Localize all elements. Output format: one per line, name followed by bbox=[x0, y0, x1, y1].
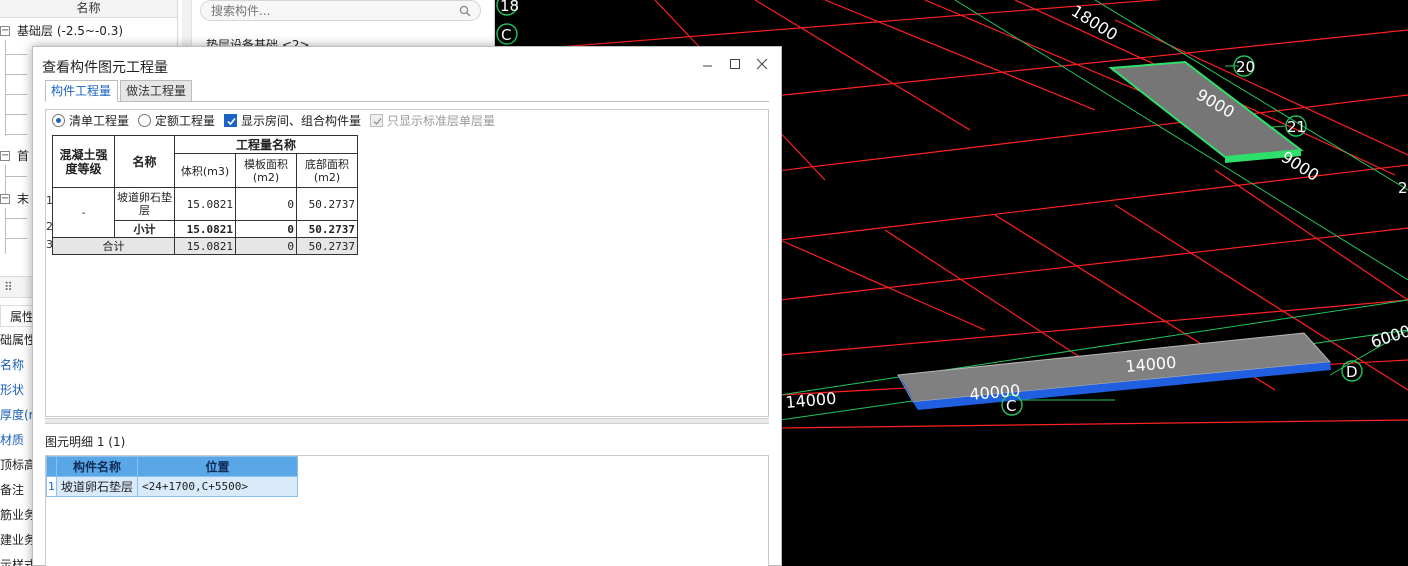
property-group-civil[interactable]: 建业务 bbox=[0, 528, 36, 553]
dialog-title: 查看构件图元工程量 bbox=[42, 60, 168, 76]
close-icon[interactable] bbox=[752, 55, 772, 73]
tab-divider bbox=[45, 101, 769, 102]
tree-connector bbox=[5, 218, 27, 219]
quantity-table: 混凝土强度等级 名称 工程量名称 体积(m3) 模板面积(m2) 底部面积(m2… bbox=[52, 134, 358, 255]
tree-connector bbox=[5, 74, 27, 75]
search-box[interactable] bbox=[200, 0, 481, 21]
tree-header: 名称 bbox=[0, 0, 177, 18]
axis-label: 2 bbox=[1398, 179, 1408, 197]
header-position: 位置 bbox=[137, 456, 299, 477]
property-material[interactable]: 材质 bbox=[0, 428, 24, 453]
cell-total-label: 合计 bbox=[52, 237, 175, 255]
tab-component-quantity[interactable]: 构件工程量 bbox=[45, 80, 118, 102]
cell-total-formwork: 0 bbox=[235, 237, 297, 255]
tree-connector bbox=[5, 134, 27, 135]
radio-quota-quantity[interactable]: 定额工程量 bbox=[138, 112, 222, 130]
header-quantity-group: 工程量名称 bbox=[174, 134, 358, 155]
property-shape[interactable]: 形状 bbox=[0, 378, 24, 403]
tree-connector bbox=[5, 94, 27, 95]
drag-handle-icon[interactable]: ⠿ bbox=[4, 280, 13, 294]
header-component-name: 构件名称 bbox=[55, 456, 139, 477]
dimension-label: 6000 bbox=[1368, 321, 1408, 352]
cell-component-name[interactable]: 坡道卵石垫层 bbox=[55, 476, 139, 497]
header-volume: 体积(m3) bbox=[174, 153, 236, 188]
header-grade: 混凝土强度等级 bbox=[52, 135, 115, 188]
checkbox-disabled-icon bbox=[370, 114, 383, 127]
property-top-elevation[interactable]: 顶标高 bbox=[0, 453, 36, 478]
cell-total-volume: 15.0821 bbox=[174, 237, 236, 255]
tree-connector bbox=[5, 165, 6, 195]
radio-label: 定额工程量 bbox=[155, 114, 216, 128]
collapse-icon[interactable]: − bbox=[0, 26, 10, 36]
axis-label: D bbox=[1346, 363, 1358, 381]
checkbox-label: 只显示标准层单层量 bbox=[387, 114, 496, 128]
axis-label: 21 bbox=[1287, 118, 1306, 136]
cell-grade: - bbox=[52, 187, 115, 238]
dimension-label: 18000 bbox=[1068, 1, 1121, 44]
property-group-basic[interactable]: 础属性 bbox=[0, 328, 36, 353]
cell-subtotal-formwork: 0 bbox=[235, 220, 297, 238]
tree-item-label: 末 bbox=[17, 192, 30, 206]
detail-title: 图元明细 1 (1) bbox=[45, 435, 126, 449]
maximize-icon[interactable] bbox=[725, 55, 745, 73]
checkbox-label: 显示房间、组合构件量 bbox=[241, 114, 362, 128]
property-name[interactable]: 名称 bbox=[0, 353, 24, 378]
tab-method-quantity[interactable]: 做法工程量 bbox=[120, 80, 192, 102]
cell-subtotal-label: 小计 bbox=[114, 220, 175, 238]
property-remark[interactable]: 备注 bbox=[0, 478, 24, 503]
tree-connector bbox=[5, 208, 6, 254]
cell-subtotal-volume: 15.0821 bbox=[174, 220, 236, 238]
radio-label: 清单工程量 bbox=[69, 114, 130, 128]
cell-subtotal-bottom: 50.2737 bbox=[296, 220, 358, 238]
tree-connector bbox=[5, 238, 27, 239]
checkbox-show-room-quantity[interactable]: 显示房间、组合构件量 bbox=[224, 112, 368, 130]
search-icon[interactable] bbox=[459, 5, 471, 17]
cell-total-bottom: 50.2737 bbox=[296, 237, 358, 255]
checkbox-standard-floor-only: 只显示标准层单层量 bbox=[370, 112, 502, 130]
quantity-dialog: 查看构件图元工程量 构件工程量 做法工程量 清单工程量 定额工程量 显示房间、组… bbox=[32, 46, 782, 566]
detail-panel: 构件名称 位置 1 坡道卵石垫层 <24+1700,C+5500> bbox=[45, 455, 769, 566]
cell-formwork: 0 bbox=[235, 187, 297, 221]
slab-top bbox=[1108, 60, 1304, 163]
panel-splitter[interactable] bbox=[45, 418, 769, 424]
tree-connector bbox=[5, 114, 27, 115]
radio-bill-quantity[interactable]: 清单工程量 bbox=[52, 112, 136, 130]
axis-label: 18 bbox=[500, 0, 519, 15]
row-number: 1 bbox=[46, 476, 57, 497]
property-group-rebar[interactable]: 筋业务 bbox=[0, 503, 36, 528]
table-row[interactable]: 1 坡道卵石垫层 <24+1700,C+5500> bbox=[46, 476, 299, 497]
header-bottom-area: 底部面积(m2) bbox=[296, 153, 358, 188]
header-name: 名称 bbox=[114, 135, 175, 188]
cell-volume: 15.0821 bbox=[174, 187, 236, 221]
detail-table: 构件名称 位置 1 坡道卵石垫层 <24+1700,C+5500> bbox=[46, 456, 299, 497]
tree-item-label: 首 bbox=[17, 149, 30, 163]
cell-bottom: 50.2737 bbox=[296, 187, 358, 221]
collapse-icon[interactable]: − bbox=[0, 151, 10, 161]
cell-item-name: 坡道卵石垫层 bbox=[114, 187, 175, 221]
row-number-header bbox=[46, 456, 57, 477]
axis-label: C bbox=[501, 26, 511, 44]
search-input[interactable] bbox=[211, 2, 451, 20]
quantity-panel: 清单工程量 定额工程量 显示房间、组合构件量 只显示标准层单层量 1 2 3 混… bbox=[45, 109, 769, 417]
tree-connector bbox=[5, 176, 27, 177]
cell-position[interactable]: <24+1700,C+5500> bbox=[137, 476, 299, 497]
header-formwork-area: 模板面积(m2) bbox=[235, 153, 297, 188]
property-group-display[interactable]: 示样式 bbox=[0, 553, 36, 566]
tree-connector bbox=[5, 54, 27, 55]
radio-checked-icon[interactable] bbox=[52, 114, 65, 127]
axis-label: 20 bbox=[1236, 58, 1255, 76]
checkbox-checked-icon[interactable] bbox=[224, 114, 237, 127]
radio-unchecked-icon[interactable] bbox=[138, 114, 151, 127]
dimension-label: 14000 bbox=[785, 389, 837, 412]
property-thickness[interactable]: 厚度(r bbox=[0, 403, 34, 428]
collapse-icon[interactable]: − bbox=[0, 194, 10, 204]
tree-item-label: 基础层 (-2.5~-0.3) bbox=[17, 24, 124, 38]
minimize-icon[interactable] bbox=[698, 55, 718, 73]
